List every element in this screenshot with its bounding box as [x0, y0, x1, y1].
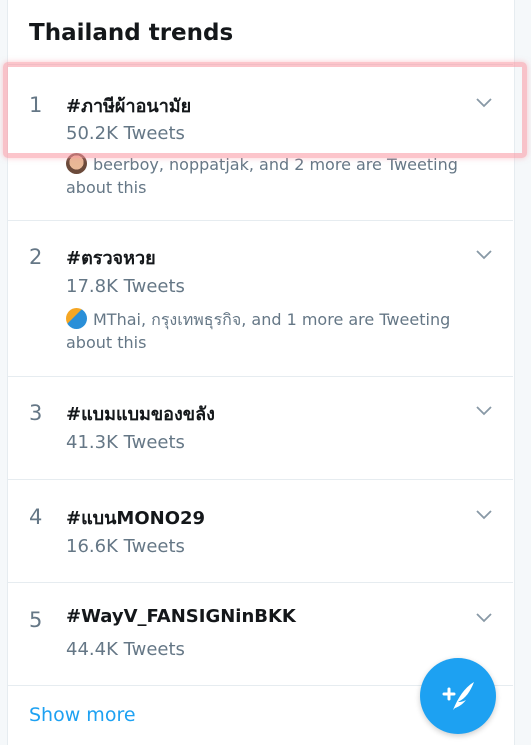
trend-item-4[interactable]: 4 #แบนMONO29 16.6K Tweets: [8, 479, 513, 583]
chevron-down-icon[interactable]: [475, 612, 493, 624]
trend-tag[interactable]: #ภาษีผ้าอนามัย: [66, 91, 191, 120]
page-title: Thailand trends: [29, 20, 234, 46]
trend-rank: 5: [29, 608, 43, 632]
trend-count: 17.8K Tweets: [66, 276, 185, 297]
trend-tag[interactable]: #แบมแบมของขลัง: [66, 399, 215, 428]
trend-rank: 2: [29, 245, 43, 269]
trend-count: 16.6K Tweets: [66, 536, 185, 557]
avatar-icon: [66, 153, 87, 174]
trend-context-text: MThai, กรุงเทพธุรกิจ, and 1 more are Twe…: [66, 310, 451, 352]
trend-count: 41.3K Tweets: [66, 432, 185, 453]
show-more-link[interactable]: Show more: [29, 704, 136, 726]
compose-tweet-button[interactable]: [420, 658, 496, 734]
trend-count: 44.4K Tweets: [66, 639, 185, 660]
chevron-down-icon[interactable]: [475, 509, 493, 521]
trend-count: 50.2K Tweets: [66, 123, 185, 144]
chevron-down-icon[interactable]: [475, 249, 493, 261]
trend-context: beerboy, noppatjak, and 2 more are Tweet…: [66, 153, 496, 199]
trend-item-2[interactable]: 2 #ตรวจหวย 17.8K Tweets MThai, กรุงเทพธุ…: [8, 220, 513, 377]
trend-context: MThai, กรุงเทพธุรกิจ, and 1 more are Twe…: [66, 308, 496, 354]
chevron-down-icon[interactable]: [475, 97, 493, 109]
trend-rank: 1: [29, 93, 43, 117]
trend-context-text: beerboy, noppatjak, and 2 more are Tweet…: [66, 155, 458, 197]
trend-tag[interactable]: #ตรวจหวย: [66, 243, 156, 272]
trend-item-3[interactable]: 3 #แบมแบมของขลัง 41.3K Tweets: [8, 376, 513, 480]
trend-rank: 4: [29, 505, 43, 529]
trend-tag[interactable]: #WayV_FANSIGNinBKK: [66, 606, 296, 627]
trend-item-1[interactable]: 1 #ภาษีผ้าอนามัย 50.2K Tweets beerboy, n…: [8, 64, 513, 221]
chevron-down-icon[interactable]: [475, 405, 493, 417]
mthai-avatar-icon: [66, 308, 87, 329]
compose-tweet-icon: [442, 682, 474, 710]
trend-tag[interactable]: #แบนMONO29: [66, 503, 205, 532]
trend-rank: 3: [29, 401, 43, 425]
